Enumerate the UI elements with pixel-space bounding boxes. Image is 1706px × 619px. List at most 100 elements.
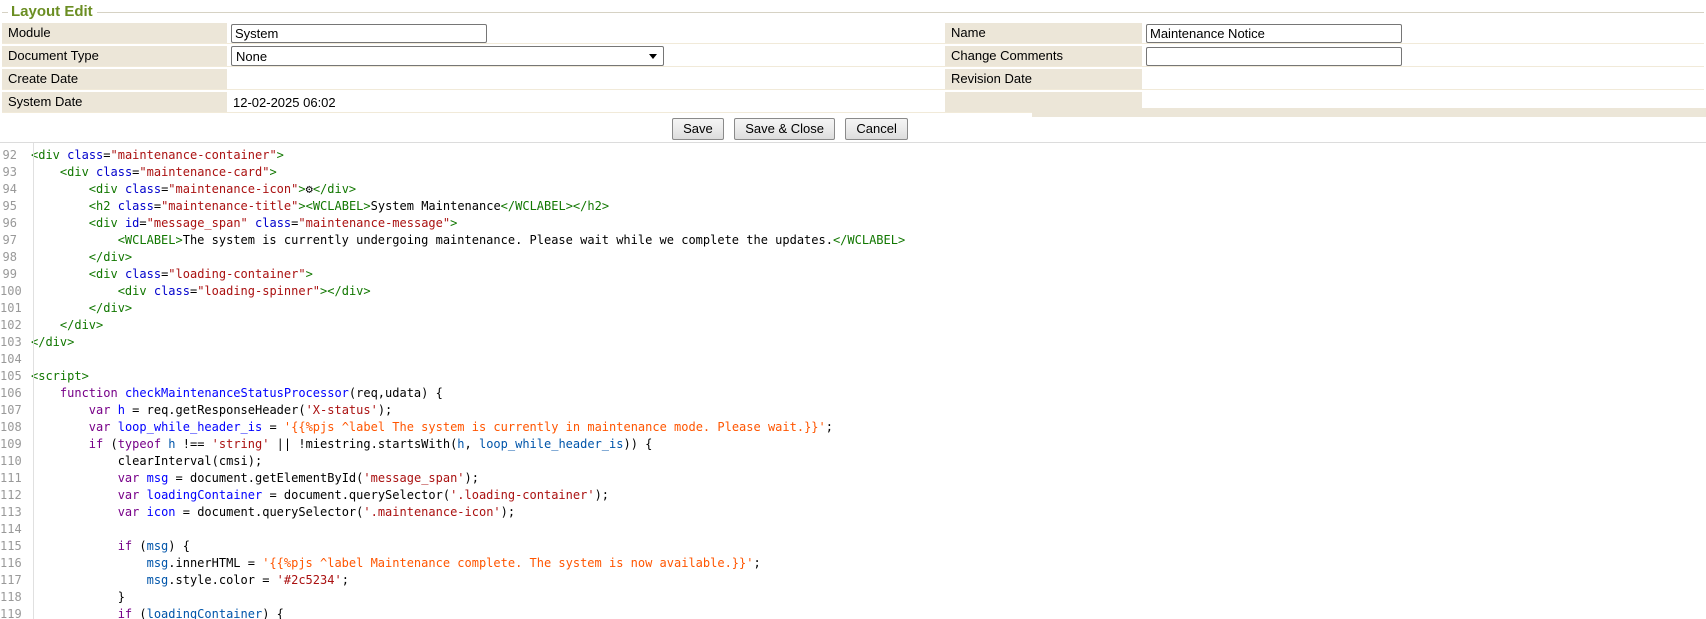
line-number: 105: [0, 368, 25, 385]
code-text: <h2 class="maintenance-title"><WCLABEL>S…: [31, 198, 1706, 215]
line-number: 118: [0, 589, 25, 606]
fieldset-header: Layout Edit: [0, 0, 1706, 23]
line-number: 104: [0, 351, 25, 368]
code-line[interactable]: 102 </div>: [0, 317, 1706, 334]
code-line[interactable]: 117 msg.style.color = '#2c5234';: [0, 572, 1706, 589]
code-text: <div class="maintenance-icon">⚙</div>: [31, 181, 1706, 198]
line-number: 117: [0, 572, 25, 589]
code-text: </div>: [31, 334, 1706, 351]
code-line[interactable]: 101 </div>: [0, 300, 1706, 317]
line-number: 115: [0, 538, 25, 555]
code-line[interactable]: 111 var msg = document.getElementById('m…: [0, 470, 1706, 487]
layout-edit-page: Layout Edit Module Name Document Type No…: [0, 0, 1706, 619]
code-line[interactable]: 94 <div class="maintenance-icon">⚙</div>: [0, 181, 1706, 198]
code-line[interactable]: 109 if (typeof h !== 'string' || !miestr…: [0, 436, 1706, 453]
code-text: msg.innerHTML = '{{%pjs ^label Maintenan…: [31, 555, 1706, 572]
revision-date-label: Revision Date: [945, 69, 1142, 89]
form-row-doctype-comments: Document Type None Change Comments: [2, 46, 1704, 67]
save-button[interactable]: Save: [672, 118, 724, 140]
document-type-label: Document Type: [2, 46, 227, 66]
line-number: 112: [0, 487, 25, 504]
create-date-label: Create Date: [2, 69, 227, 89]
line-number: 98: [0, 249, 25, 266]
line-number: 107: [0, 402, 25, 419]
action-buttons: Save Save & Close Cancel: [0, 115, 1580, 144]
code-text: var h = req.getResponseHeader('X-status'…: [31, 402, 1706, 419]
code-text: <div class="maintenance-container">: [31, 147, 1706, 164]
line-number: 93: [0, 164, 25, 181]
code-line[interactable]: 118 }: [0, 589, 1706, 606]
code-text: </div>: [31, 300, 1706, 317]
code-line[interactable]: 100 <div class="loading-spinner"></div>: [0, 283, 1706, 300]
code-line[interactable]: 113 var icon = document.querySelector('.…: [0, 504, 1706, 521]
code-text: if (msg) {: [31, 538, 1706, 555]
module-input[interactable]: [231, 24, 487, 43]
name-input[interactable]: [1146, 24, 1402, 43]
code-line[interactable]: 105 <script>: [0, 368, 1706, 385]
code-text: [31, 351, 1706, 368]
gutter-separator: [33, 143, 34, 619]
code-line[interactable]: 115 if (msg) {: [0, 538, 1706, 555]
line-number: 114: [0, 521, 25, 538]
code-text: </div>: [31, 317, 1706, 334]
line-number: 92: [0, 147, 25, 164]
code-text: <div class="maintenance-card">: [31, 164, 1706, 181]
line-number: 116: [0, 555, 25, 572]
code-line[interactable]: 119 if (loadingContainer) {: [0, 606, 1706, 619]
system-date-value: 12-02-2025 06:02: [231, 95, 336, 110]
code-text: var loop_while_header_is = '{{%pjs ^labe…: [31, 419, 1706, 436]
line-number: 100: [0, 283, 25, 300]
code-line[interactable]: 95 <h2 class="maintenance-title"><WCLABE…: [0, 198, 1706, 215]
name-label: Name: [945, 23, 1142, 43]
code-line[interactable]: 108 var loop_while_header_is = '{{%pjs ^…: [0, 419, 1706, 436]
code-text: if (loadingContainer) {: [31, 606, 1706, 619]
code-line[interactable]: 99 <div class="loading-container">: [0, 266, 1706, 283]
code-line[interactable]: 98 </div>: [0, 249, 1706, 266]
line-number: 109: [0, 436, 25, 453]
code-text: function checkMaintenanceStatusProcessor…: [31, 385, 1706, 402]
system-date-label: System Date: [2, 92, 227, 112]
line-number: 110: [0, 453, 25, 470]
line-number: 95: [0, 198, 25, 215]
change-comments-label: Change Comments: [945, 46, 1142, 66]
code-line[interactable]: 107 var h = req.getResponseHeader('X-sta…: [0, 402, 1706, 419]
code-line[interactable]: 106 function checkMaintenanceStatusProce…: [0, 385, 1706, 402]
code-line[interactable]: 103 </div>: [0, 334, 1706, 351]
code-line[interactable]: 104: [0, 351, 1706, 368]
code-editor[interactable]: 92 <div class="maintenance-container">93 …: [0, 142, 1706, 619]
code-line[interactable]: 114: [0, 521, 1706, 538]
empty-cell: [1032, 108, 1706, 117]
line-number: 106: [0, 385, 25, 402]
line-number: 101: [0, 300, 25, 317]
layout-edit-form: Module Name Document Type None Change Co…: [0, 23, 1706, 113]
code-text: msg.style.color = '#2c5234';: [31, 572, 1706, 589]
code-line[interactable]: 112 var loadingContainer = document.quer…: [0, 487, 1706, 504]
save-and-close-button[interactable]: Save & Close: [734, 118, 835, 140]
cancel-button[interactable]: Cancel: [845, 118, 907, 140]
code-line[interactable]: 97 <WCLABEL>The system is currently unde…: [0, 232, 1706, 249]
code-text: var msg = document.getElementById('messa…: [31, 470, 1706, 487]
change-comments-input[interactable]: [1146, 47, 1402, 66]
chevron-down-icon: [649, 54, 657, 59]
line-number: 103: [0, 334, 25, 351]
line-number: 94: [0, 181, 25, 198]
document-type-select[interactable]: None: [231, 46, 664, 66]
code-text: </div>: [31, 249, 1706, 266]
document-type-selected-value: None: [236, 49, 645, 64]
line-number: 99: [0, 266, 25, 283]
code-text: var icon = document.querySelector('.main…: [31, 504, 1706, 521]
code-line[interactable]: 96 <div id="message_span" class="mainten…: [0, 215, 1706, 232]
code-line[interactable]: 116 msg.innerHTML = '{{%pjs ^label Maint…: [0, 555, 1706, 572]
line-number: 113: [0, 504, 25, 521]
code-text: if (typeof h !== 'string' || !miestring.…: [31, 436, 1706, 453]
line-number: 119: [0, 606, 25, 619]
code-line[interactable]: 110 clearInterval(cmsi);: [0, 453, 1706, 470]
code-text: <div class="loading-container">: [31, 266, 1706, 283]
line-number: 102: [0, 317, 25, 334]
code-line[interactable]: 92 <div class="maintenance-container">: [0, 147, 1706, 164]
line-number: 96: [0, 215, 25, 232]
code-text: <script>: [31, 368, 1706, 385]
page-title: Layout Edit: [8, 3, 97, 20]
line-number: 108: [0, 419, 25, 436]
code-line[interactable]: 93 <div class="maintenance-card">: [0, 164, 1706, 181]
